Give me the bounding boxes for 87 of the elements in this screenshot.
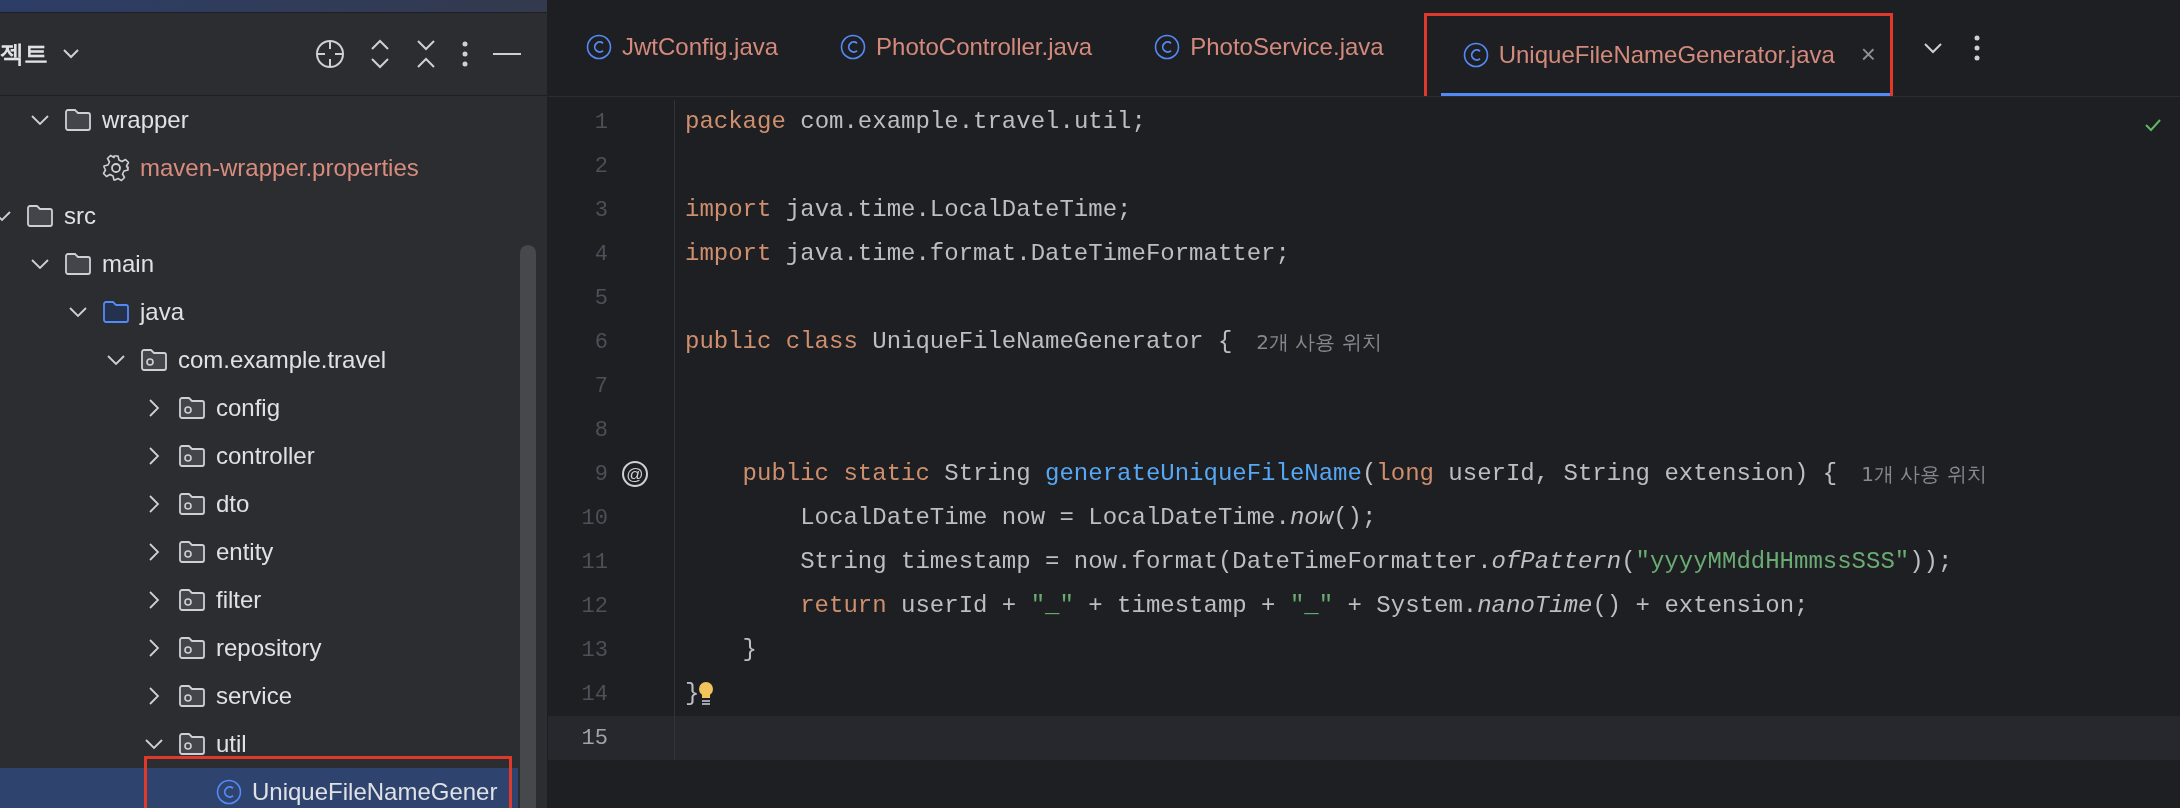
usage-hint[interactable]: 1개 사용 위치 [1861,459,1987,489]
code-token: userId, String extension) { [1447,459,1838,489]
package-folder-icon [178,588,206,612]
code-token: "yyyyMMddHHmmssSSS" [1635,547,1910,577]
collapse-all-icon[interactable] [415,39,437,69]
code-token: generateUniqueFileName [1045,459,1362,489]
class-icon [216,779,242,805]
code-token: long [1376,459,1434,489]
tree-item[interactable]: entity [0,528,518,576]
tree-item[interactable]: java [0,288,518,336]
tree-item[interactable]: service [0,672,518,720]
code-token: java.time.format.DateTimeFormatter; [784,239,1290,269]
code-token: com.example.travel.util; [799,107,1146,137]
code-token: + timestamp + [1087,591,1277,621]
code-token: return [799,591,887,621]
usage-hint[interactable]: 2개 사용 위치 [1256,327,1382,357]
expand-all-icon[interactable] [369,39,391,69]
tree-item[interactable]: wrapper [0,96,518,144]
gear-icon [102,154,130,182]
tree-item[interactable]: UniqueFileNameGener [0,768,518,808]
tree-item[interactable]: repository [0,624,518,672]
more-options-icon[interactable] [461,39,469,69]
code-token: )); [1909,547,1953,577]
tree-item[interactable]: main [0,240,518,288]
code-token: now [1289,503,1334,533]
code-token: "_" [1289,591,1334,621]
editor-tab[interactable]: JwtConfig.java [564,0,819,96]
code-token: "_" [1030,591,1074,621]
overrides-marker[interactable]: @ [622,461,648,487]
code-token: import [685,239,772,269]
class-icon [1462,41,1489,68]
code-token: LocalDateTime now = LocalDateTime. [799,503,1290,533]
class-icon [840,33,867,60]
tree-item[interactable]: com.example.travel [0,336,518,384]
more-options-icon[interactable] [1973,33,1982,63]
code-token: UniqueFileNameGenerator { [871,327,1233,357]
code-token: nanoTime [1477,591,1593,621]
tree-item[interactable]: config [0,384,518,432]
class-icon [1154,33,1181,60]
code-token: String timestamp = now.format(DateTimeFormatter. [799,547,1492,577]
line-number: 15 [580,724,608,753]
code-token: } [741,635,757,665]
chevron-down-icon[interactable] [1923,42,1944,54]
code-token: () + extension; [1592,591,1809,621]
editor-tab[interactable]: UniqueFileNameGenerator.java × [1440,16,1891,96]
tree-item[interactable]: controller [0,432,518,480]
folder-icon [26,204,54,228]
editor-tab[interactable]: PhotoService.java [1132,0,1424,96]
tree-item[interactable]: filter [0,576,518,624]
lightbulb-icon[interactable] [697,681,716,707]
check-icon [2144,118,2162,132]
package-folder-icon [178,732,206,756]
code-token: userId + [900,591,1018,621]
folder-icon [64,108,92,132]
code-token: (); [1333,503,1377,533]
editor-tab[interactable]: PhotoController.java [818,0,1133,96]
package-folder-icon [178,540,206,564]
tree-item[interactable]: util [0,720,518,768]
code-token: } [685,679,700,709]
close-tab-button[interactable]: × [1860,35,1877,74]
code-token: ofPattern [1491,547,1622,577]
code-token: ( [1361,459,1377,489]
code-token: java.time.LocalDateTime; [784,195,1132,225]
minimize-icon[interactable] [493,52,521,56]
package-folder-icon [178,636,206,660]
locate-icon[interactable] [315,39,345,69]
scrollbar-thumb[interactable] [520,245,536,808]
code-token: + System. [1346,591,1478,621]
package-folder-icon [178,396,206,420]
code-token: String [943,459,1032,489]
tree-item[interactable]: src [0,192,518,240]
code-token: import [685,195,772,225]
chevron-down-icon[interactable] [62,48,80,60]
tree-item[interactable]: maven-wrapper.properties [0,144,518,192]
package-folder-icon [178,684,206,708]
panel-title[interactable]: 젝트 [0,36,48,72]
code-token: public class [685,327,858,357]
package-folder-icon [178,444,206,468]
code-token: public static [741,459,930,489]
tree-item[interactable]: dto [0,480,518,528]
code-token: ( [1621,547,1636,577]
class-icon [586,33,612,60]
folder-icon [102,300,130,324]
package-folder-icon [178,492,206,516]
code-token: package [685,107,786,137]
folder-icon [64,252,92,276]
package-folder-icon [140,348,168,372]
